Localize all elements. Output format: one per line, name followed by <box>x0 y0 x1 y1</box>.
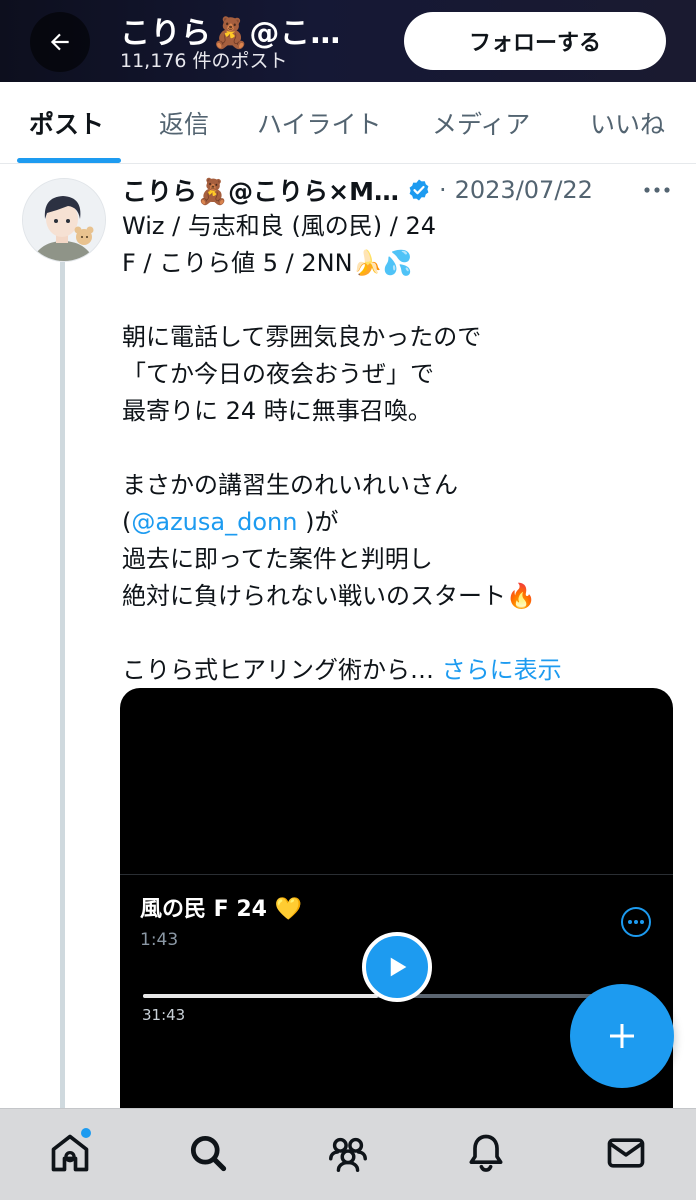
media-divider <box>120 874 673 875</box>
arrow-left-icon <box>50 33 69 51</box>
mention-suffix: )が <box>297 508 339 536</box>
post-text-line: 過去に即ってた案件と判明し <box>122 545 433 573</box>
post-text-line: 朝に電話して雰囲気良かったので <box>122 323 482 351</box>
post-text-line: Wiz / 与志和良 (風の民) / 24 <box>122 212 437 240</box>
post-header: こりら🧸@こりら×M… · 2023/07/22 <box>122 170 593 210</box>
tab-replies[interactable]: 返信 <box>159 82 209 164</box>
mention-link[interactable]: @azusa_donn <box>131 508 297 536</box>
bell-icon <box>469 1134 503 1172</box>
verified-badge-icon <box>409 179 429 201</box>
bottom-navigation <box>0 1108 696 1200</box>
nav-communities[interactable] <box>324 1129 372 1177</box>
follow-button[interactable]: フォローする <box>404 12 666 70</box>
post-text-line: 絶対に負けられない戦いのスタート🔥 <box>122 582 536 610</box>
profile-tabs: ポスト 返信 ハイライト メディア いいね <box>0 82 696 164</box>
post-mention-line: (@azusa_donn )が <box>122 504 674 541</box>
media-total-time: 31:43 <box>142 1006 186 1024</box>
plus-icon <box>610 1024 634 1048</box>
avatar[interactable] <box>22 178 106 262</box>
post-text-line: 最寄りに 24 時に無事召喚。 <box>122 397 432 425</box>
tab-posts[interactable]: ポスト <box>29 82 104 164</box>
nav-notifications[interactable] <box>462 1129 510 1177</box>
post-text-line: まさかの講習生のれいれいさん <box>122 471 458 499</box>
profile-header: こりら🧸@こ… 11,176 件のポスト フォローする <box>0 0 696 82</box>
header-post-count: 11,176 件のポスト <box>120 50 288 72</box>
tab-media[interactable]: メディア <box>432 82 530 164</box>
media-current-time: 1:43 <box>140 930 179 950</box>
post-body: Wiz / 与志和良 (風の民) / 24 F / こりら値 5 / 2NN🍌💦… <box>122 208 674 689</box>
media-progress-fill <box>143 994 378 998</box>
search-icon <box>190 1135 227 1172</box>
post-text-line: 「てか今日の夜会おうぜ」で <box>122 360 434 388</box>
media-title: 風の民 F 24 💛 <box>140 897 303 922</box>
post-date[interactable]: 2023/07/22 <box>455 176 593 204</box>
mail-icon <box>607 1138 645 1168</box>
nav-search[interactable] <box>184 1129 232 1177</box>
post-truncated-line: こりら式ヒアリング術から… さらに表示 <box>122 652 674 689</box>
play-button[interactable] <box>362 932 432 1002</box>
mention-open-paren: ( <box>122 508 132 536</box>
tab-likes[interactable]: いいね <box>590 82 665 164</box>
show-more-link[interactable]: さらに表示 <box>442 656 562 684</box>
communities-icon <box>329 1137 367 1172</box>
active-tab-indicator <box>17 158 121 163</box>
post-author-name[interactable]: こりら🧸@こりら×M… <box>122 172 399 208</box>
tab-highlights[interactable]: ハイライト <box>257 82 382 164</box>
notification-dot <box>81 1128 91 1138</box>
thread-line <box>60 262 65 1122</box>
more-horizontal-icon[interactable] <box>642 178 672 202</box>
nav-messages[interactable] <box>602 1129 650 1177</box>
post-text-line: こりら式ヒアリング術から… <box>122 656 434 684</box>
post-text-line: F / こりら値 5 / 2NN🍌💦 <box>122 249 413 277</box>
play-icon <box>390 957 407 977</box>
compose-button[interactable] <box>570 984 674 1088</box>
avatar-illustration <box>23 179 105 261</box>
more-circle-icon[interactable] <box>620 906 652 938</box>
post-separator: · <box>438 176 447 204</box>
back-button[interactable] <box>30 12 90 72</box>
